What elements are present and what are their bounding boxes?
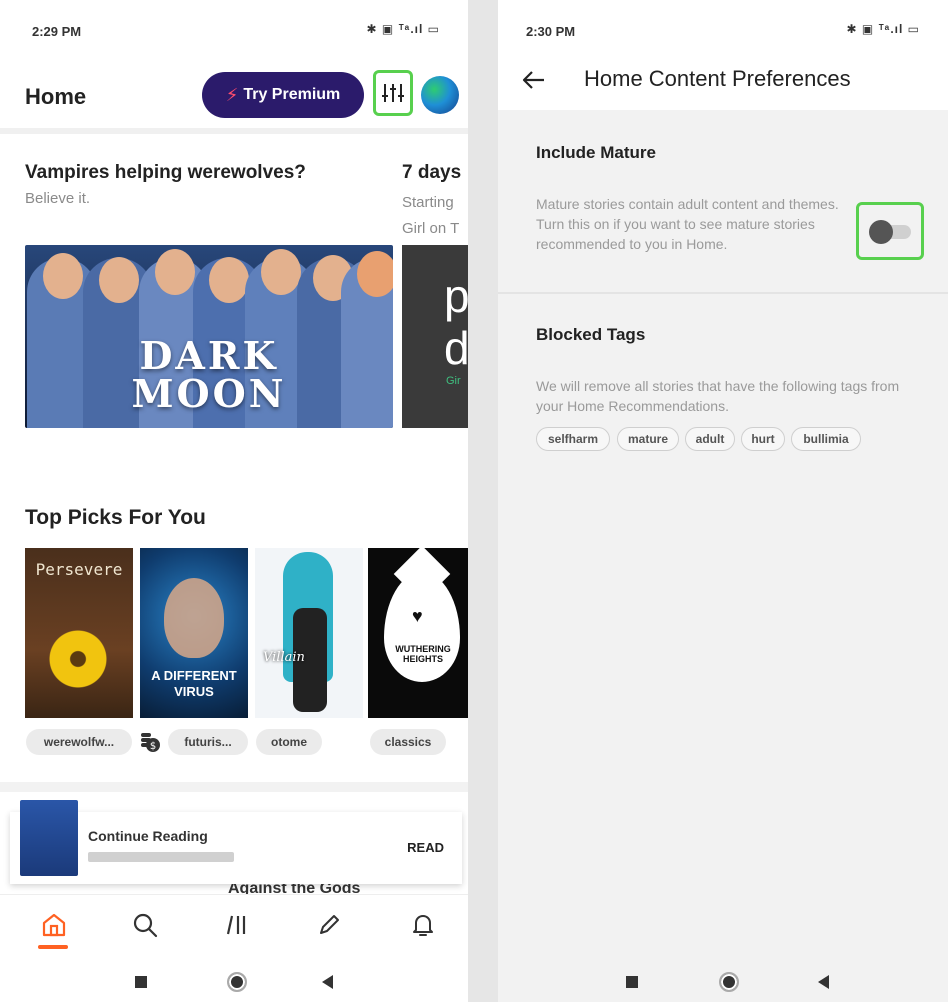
flower-graphic bbox=[45, 626, 111, 692]
back-arrow-icon[interactable] bbox=[520, 66, 548, 94]
feature-title-2: 7 days bbox=[402, 162, 462, 183]
system-back-button[interactable] bbox=[322, 975, 333, 989]
banner-2-text-line1: p bbox=[444, 270, 468, 322]
book-cover[interactable]: ♥ WUTHERING HEIGHTS bbox=[368, 548, 468, 718]
status-icons: ✱ ▣ ᵀᵃ.ıl ▭ bbox=[366, 22, 440, 36]
nav-library[interactable] bbox=[219, 907, 255, 943]
story-tag[interactable]: futuris... bbox=[168, 729, 248, 755]
drop-graphic bbox=[384, 572, 460, 682]
try-premium-label: Try Premium bbox=[243, 86, 341, 103]
system-back-button[interactable] bbox=[818, 975, 829, 989]
continue-reading-title: Continue Reading bbox=[88, 828, 208, 844]
header-divider bbox=[0, 128, 468, 134]
include-mature-title: Include Mature bbox=[536, 143, 656, 162]
feature-title: Vampires helping werewolves? bbox=[25, 162, 306, 183]
system-home-button[interactable] bbox=[227, 972, 247, 992]
feature-subtitle: Believe it. bbox=[25, 190, 91, 207]
feature-banner[interactable]: DARK MOON bbox=[25, 245, 393, 428]
blocked-tags-title: Blocked Tags bbox=[536, 325, 646, 344]
continue-reading-thumbnail bbox=[20, 800, 78, 876]
blocked-tag[interactable]: adult bbox=[685, 427, 735, 451]
feature-subtitle-2-line1: Starting bbox=[402, 194, 454, 211]
system-navigation-bar bbox=[498, 958, 948, 1002]
story-tag[interactable]: classics bbox=[370, 729, 446, 755]
banner-2-small: Gir bbox=[446, 375, 461, 387]
cover-title: Persevere bbox=[35, 560, 123, 579]
bottom-navigation bbox=[0, 894, 468, 956]
nav-notifications[interactable] bbox=[405, 907, 441, 943]
cover-title: Villain bbox=[263, 650, 305, 665]
book-cover[interactable]: Villain bbox=[255, 548, 363, 718]
nav-search[interactable] bbox=[127, 907, 163, 943]
blocked-tag[interactable]: selfharm bbox=[536, 427, 610, 451]
nav-active-indicator bbox=[38, 945, 68, 949]
bell-icon bbox=[413, 915, 433, 936]
pencil-icon bbox=[320, 915, 339, 934]
content-preferences-button[interactable] bbox=[373, 70, 413, 116]
story-tag[interactable]: otome bbox=[256, 729, 322, 755]
lightning-icon: ⚡ bbox=[225, 84, 239, 105]
banner-2-text: p d bbox=[444, 270, 468, 374]
nav-write[interactable] bbox=[311, 907, 347, 943]
library-icon bbox=[226, 915, 246, 935]
blocked-tag[interactable]: hurt bbox=[741, 427, 785, 451]
blocked-tag[interactable]: bullimia bbox=[791, 427, 861, 451]
toggle-knob bbox=[869, 220, 893, 244]
heart-icon: ♥ bbox=[412, 606, 423, 626]
status-icons: ✱ ▣ ᵀᵃ.ıl ▭ bbox=[846, 22, 920, 36]
feature-subtitle-2: Starting Girl on T bbox=[402, 190, 459, 242]
recent-apps-button[interactable] bbox=[626, 976, 638, 988]
book-cover[interactable]: Persevere bbox=[25, 548, 133, 718]
page-title: Home Content Preferences bbox=[584, 66, 851, 91]
story-tag[interactable]: werewolfw... bbox=[26, 729, 132, 755]
status-time: 2:30 PM bbox=[526, 24, 576, 39]
include-mature-description: Mature stories contain adult content and… bbox=[536, 196, 839, 252]
read-button[interactable]: READ bbox=[407, 840, 444, 855]
banner-2-text-line2: d bbox=[444, 322, 468, 374]
nav-home[interactable] bbox=[36, 907, 72, 943]
section-divider bbox=[498, 292, 948, 294]
profile-avatar[interactable] bbox=[421, 76, 459, 114]
section-divider bbox=[0, 782, 468, 792]
coins-icon: $ bbox=[141, 733, 160, 752]
search-icon bbox=[133, 913, 158, 938]
screen-divider bbox=[468, 0, 498, 1002]
status-time: 2:29 PM bbox=[32, 24, 82, 39]
cover-title: WUTHERING HEIGHTS bbox=[395, 644, 451, 664]
system-navigation-bar bbox=[0, 958, 468, 1002]
blocked-tag[interactable]: mature bbox=[617, 427, 679, 451]
banner-logo-line2: MOON bbox=[131, 371, 287, 416]
try-premium-button[interactable]: ⚡ Try Premium bbox=[202, 72, 364, 118]
section-title: Top Picks For You bbox=[25, 506, 206, 529]
continue-reading-card[interactable]: Continue Reading READ bbox=[10, 800, 462, 884]
system-home-button[interactable] bbox=[719, 972, 739, 992]
content-preferences-screen: 2:30 PM ✱ ▣ ᵀᵃ.ıl ▭ Home Content Prefere… bbox=[498, 0, 948, 1002]
page-title: Home bbox=[25, 84, 87, 109]
home-icon bbox=[42, 913, 66, 937]
blocked-tags-description: We will remove all stories that have the… bbox=[536, 378, 900, 414]
sliders-icon bbox=[382, 84, 404, 102]
book-cover[interactable]: A DIFFERENT VIRUS bbox=[140, 548, 248, 718]
include-mature-toggle[interactable] bbox=[856, 202, 924, 260]
svg-text:$: $ bbox=[150, 741, 156, 752]
recent-apps-button[interactable] bbox=[135, 976, 147, 988]
face-graphic bbox=[164, 578, 224, 658]
app-bar: Home Content Preferences bbox=[498, 50, 948, 110]
feature-subtitle-2-line2: Girl on T bbox=[402, 220, 460, 237]
cover-title: A DIFFERENT VIRUS bbox=[151, 668, 237, 699]
feature-banner-2[interactable]: p d Gir bbox=[402, 245, 468, 428]
home-screen: 2:29 PM ✱ ▣ ᵀᵃ.ıl ▭ Home ⚡ Try Premium V… bbox=[0, 0, 468, 1002]
continue-reading-subtitle-placeholder bbox=[88, 852, 234, 862]
status-bar: 2:29 PM ✱ ▣ ᵀᵃ.ıl ▭ bbox=[0, 0, 468, 60]
